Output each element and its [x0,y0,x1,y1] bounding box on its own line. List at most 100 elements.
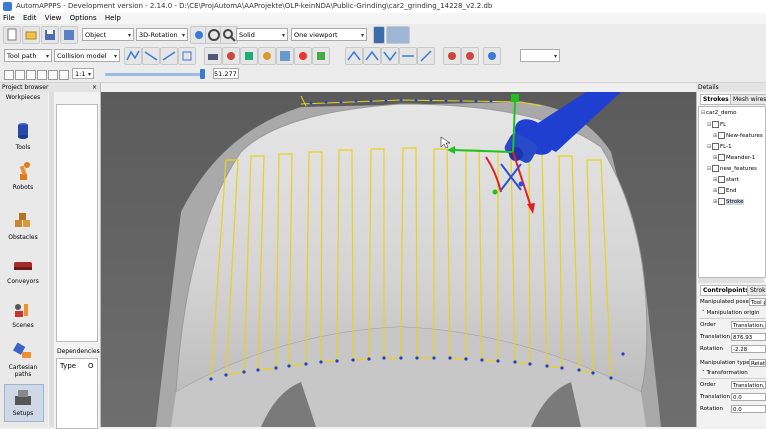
translation-field-2[interactable]: 0.0 [731,393,766,401]
3d-viewport[interactable] [101,92,696,427]
translation-label: Translation [700,334,730,340]
path-edit-2-icon[interactable] [363,47,381,65]
stroke-tool-1-icon[interactable] [443,47,461,65]
close-icon[interactable]: × [92,83,97,92]
extra-combo[interactable]: ▾ [520,49,560,62]
tab-stroke[interactable]: Strok [747,285,766,296]
play-icon[interactable] [37,70,47,80]
path-tool-4-icon[interactable] [178,47,196,65]
manipulation-origin-header[interactable]: ˅ Manipulation origin [702,310,759,316]
tab-controlpoints[interactable]: Controlpoints [700,285,752,296]
robot-tool-2-icon[interactable] [222,47,240,65]
scenes-icon [12,298,34,320]
speed-combo[interactable]: 1:1 ▾ [72,68,94,79]
tool-path-combo[interactable]: Tool path ▾ [4,49,52,62]
timeline-value[interactable]: 51.277 [213,68,239,79]
path-tool-2-icon[interactable] [142,47,160,65]
last-frame-icon[interactable] [59,70,69,80]
new-file-icon[interactable] [3,26,21,44]
save-icon[interactable] [41,26,59,44]
manipulation-type-label: Manipulation type [700,360,750,366]
robot-tool-5-icon[interactable] [276,47,294,65]
first-frame-icon[interactable] [4,70,14,80]
path-edit-4-icon[interactable] [399,47,417,65]
viewport-layout-combo[interactable]: One viewport ▾ [291,28,367,41]
category-tools[interactable]: Tools [0,120,46,151]
transformation-header[interactable]: ˅ Transformation [702,370,748,376]
conveyor-icon [12,254,34,276]
tab-strokes[interactable]: Strokes [700,94,732,105]
category-scenes[interactable]: Scenes [0,298,46,329]
playback-toolbar: 1:1 ▾ 51.277 [0,66,766,83]
menu-edit[interactable]: Edit [20,13,40,23]
panel-icon[interactable] [373,26,385,44]
path-toolbar: Tool path ▾ Collision model ▾ ▾ [0,46,766,67]
tree-node[interactable]: ⊟ FL-1 [707,143,732,150]
rotation-mode-combo[interactable]: 3D-Rotation ▾ [136,28,188,41]
rotation-field[interactable]: -2.28 [731,345,766,353]
order-field[interactable]: Translation, I [731,321,766,329]
next-frame-icon[interactable] [48,70,58,80]
path-edit-1-icon[interactable] [345,47,363,65]
menu-options[interactable]: Options [67,13,100,23]
stroke-tool-3-icon[interactable] [483,47,501,65]
tree-node[interactable]: ⊟ new_features [707,165,757,172]
path-tool-3-icon[interactable] [160,47,178,65]
prev-frame-icon[interactable] [15,70,25,80]
open-folder-icon[interactable] [22,26,40,44]
robot-tool-6-icon[interactable] [294,47,312,65]
tree-node[interactable]: ⊞ Meander-1 [713,154,755,161]
timeline-slider[interactable] [105,73,205,76]
render-mode-combo[interactable]: Solid ▾ [236,28,288,41]
window-title: AutomAPPPS - Development version - 2.14.… [16,2,493,10]
item-list[interactable] [56,104,98,342]
collision-model-combo[interactable]: Collision model ▾ [54,49,120,62]
tree-node[interactable]: ⊟ FL [707,121,726,128]
category-cartesian-paths[interactable]: Cartesian paths [0,340,46,378]
category-label: Obstacles [8,234,38,241]
tab-mesh-wires[interactable]: Mesh wires [730,94,766,105]
divider [700,318,766,319]
category-robots[interactable]: Robots [0,160,46,191]
menu-help[interactable]: Help [102,13,124,23]
select-mode-combo[interactable]: Object ▾ [82,28,134,41]
category-setups[interactable]: Setups [0,386,46,417]
strokes-tree[interactable]: ⊟car2_demo ⊟ FL ⊞ New-features ⊟ FL-1 ⊞ Mean… [698,106,766,278]
manipulation-type-field[interactable]: Relat [749,359,766,367]
timeline-slider-handle[interactable] [200,69,205,79]
layout-grid-icon[interactable] [386,26,410,44]
robot-tool-1-icon[interactable] [204,47,222,65]
order-label-2: Order [700,382,716,388]
path-tool-1-icon[interactable] [124,47,142,65]
robot-tool-7-icon[interactable] [312,47,330,65]
rotation-label: Rotation [700,346,724,352]
manipulated-pose-field[interactable]: Tool p [749,298,766,306]
cartesian-path-icon [12,340,34,362]
path-edit-3-icon[interactable] [381,47,399,65]
tree-hscrollbar[interactable] [698,278,764,283]
stroke-tool-2-icon[interactable] [461,47,479,65]
category-obstacles[interactable]: Obstacles [0,210,46,241]
tree-node-selected[interactable]: ⊞ Stroke [713,198,744,205]
play-back-icon[interactable] [26,70,36,80]
robot-tool-3-icon[interactable] [240,47,258,65]
tree-node[interactable]: ⊞ start [713,176,739,183]
save-as-icon[interactable] [60,26,78,44]
tree-node[interactable]: ⊞ New-features [713,132,763,139]
tree-node[interactable]: ⊞ End [713,187,736,194]
rotation-field-2[interactable]: 0.0 [731,405,766,413]
project-browser-scrollbar[interactable] [49,92,54,427]
category-label: Scenes [12,322,34,329]
tree-node[interactable]: ⊟car2_demo [701,110,737,116]
path-edit-5-icon[interactable] [417,47,435,65]
app-icon [3,2,12,11]
translation-field[interactable]: 876.93 [731,333,766,341]
category-conveyors[interactable]: Conveyors [0,254,46,285]
scene-canvas[interactable] [101,92,696,427]
robot-tool-4-icon[interactable] [258,47,276,65]
category-workpieces[interactable]: Workpieces [0,94,46,101]
menu-view[interactable]: View [42,13,65,23]
menu-file[interactable]: File [0,13,18,23]
order-field-2[interactable]: Translation, I [731,381,766,389]
dependencies-col-type: Type [60,362,77,370]
